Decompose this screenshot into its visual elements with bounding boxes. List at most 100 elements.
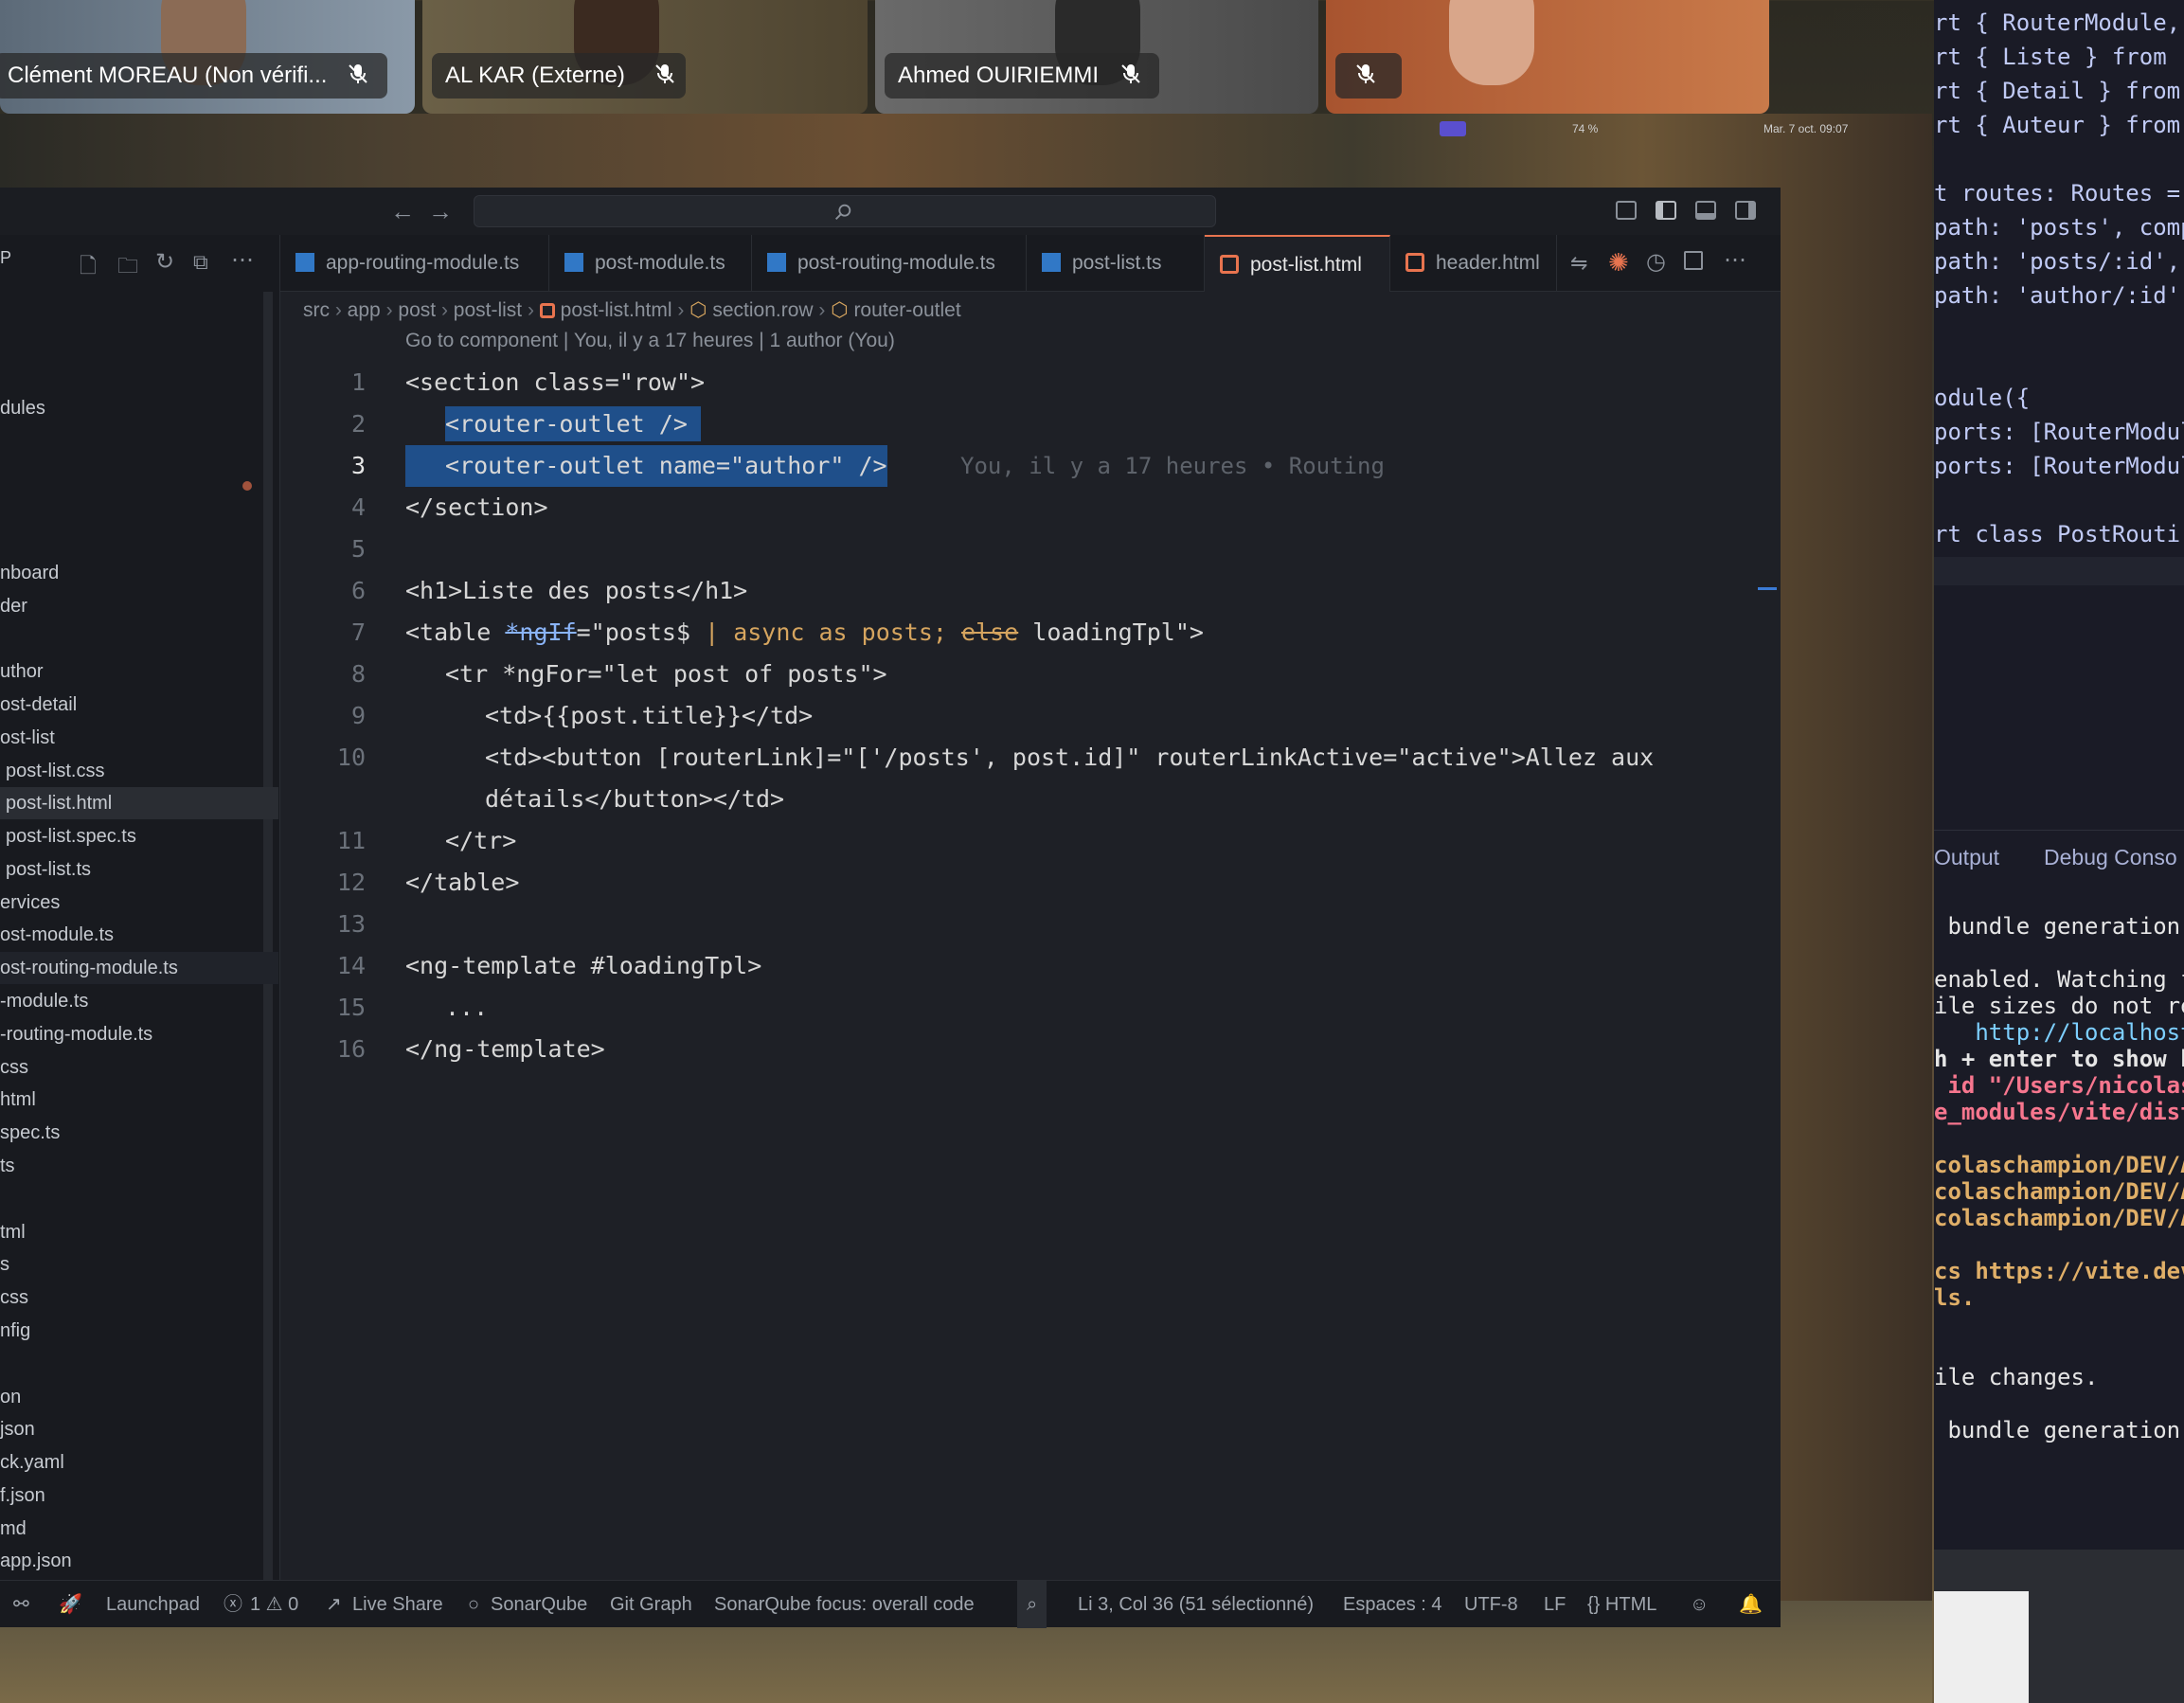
menubar-status-icon[interactable]: [1440, 121, 1466, 136]
line-number: 7: [350, 618, 366, 646]
tree-item[interactable]: ost-list: [0, 722, 55, 754]
title-bar: ← →: [0, 188, 1781, 235]
desktop-region: [1934, 1550, 2184, 1703]
tree-item[interactable]: ost-detail: [0, 689, 77, 721]
tab-output[interactable]: Output: [1934, 831, 1999, 884]
tree-item-selected[interactable]: post-list.html: [0, 787, 278, 819]
new-file-icon[interactable]: 🗋: [80, 250, 104, 278]
remote-icon[interactable]: ⚯: [13, 1581, 29, 1628]
tree-item[interactable]: html: [0, 1084, 36, 1116]
tree-item[interactable]: ck.yaml: [0, 1446, 64, 1479]
layout-customize-icon[interactable]: [1616, 201, 1637, 220]
tree-item[interactable]: post-list.ts: [6, 853, 91, 886]
more-actions-icon[interactable]: ⋯: [1724, 246, 1748, 273]
tab-app-routing-module[interactable]: app-routing-module.ts: [280, 235, 549, 292]
tree-item[interactable]: uthor: [0, 655, 44, 688]
live-share-status[interactable]: Live Share: [352, 1581, 443, 1628]
tree-item[interactable]: css: [0, 1051, 28, 1084]
tree-item[interactable]: dules: [0, 392, 45, 424]
git-graph-status[interactable]: Git Graph: [610, 1581, 692, 1628]
participant-tile-4[interactable]: [1326, 0, 1769, 114]
battery-text: 74 %: [1572, 122, 1599, 135]
command-search-box[interactable]: [474, 195, 1216, 227]
tree-item[interactable]: s: [0, 1248, 9, 1281]
tree-item[interactable]: post-list.css: [6, 755, 104, 787]
indentation-status[interactable]: Espaces : 4: [1343, 1581, 1442, 1628]
code-line: rt { Liste } from: [1934, 44, 2167, 70]
tab-post-list-html[interactable]: post-list.html: [1205, 235, 1390, 292]
tab-post-list-ts[interactable]: post-list.ts: [1027, 235, 1205, 292]
forward-arrow-icon[interactable]: →: [428, 197, 453, 226]
line-number: 1: [350, 368, 366, 396]
eol-status[interactable]: LF: [1544, 1581, 1566, 1628]
toggle-panel-icon[interactable]: [1695, 201, 1716, 220]
code-token: <table: [405, 618, 506, 646]
problems-status[interactable]: 1 ⚠ 0: [250, 1581, 298, 1628]
tree-item[interactable]: on: [0, 1381, 21, 1413]
breadcrumb-item[interactable]: src: [303, 299, 330, 321]
tree-item[interactable]: -routing-module.ts: [0, 1018, 152, 1050]
language-mode[interactable]: {} HTML: [1587, 1581, 1656, 1628]
collapse-all-icon[interactable]: ⧉: [193, 250, 218, 275]
tree-item[interactable]: -module.ts: [0, 985, 88, 1017]
breadcrumb-item[interactable]: router-outlet: [853, 299, 960, 321]
timeline-icon[interactable]: ◷: [1646, 248, 1671, 275]
tab-debug-console[interactable]: Debug Conso: [2044, 831, 2177, 884]
toggle-secondary-sidebar-icon[interactable]: [1735, 201, 1756, 220]
tree-item[interactable]: json: [0, 1413, 35, 1445]
tree-item[interactable]: app.json: [0, 1545, 72, 1577]
notifications-bell-icon[interactable]: 🔔: [1739, 1581, 1763, 1628]
breadcrumb-item[interactable]: app: [348, 299, 381, 321]
tree-item[interactable]: nboard: [0, 557, 59, 589]
code-text: <router-outlet name="author" />: [445, 452, 887, 479]
participant-tile-3[interactable]: Ahmed OUIRIEMMI: [875, 0, 1318, 114]
toggle-sidebar-icon[interactable]: [1656, 201, 1676, 220]
tree-item[interactable]: post-list.spec.ts: [6, 820, 136, 852]
breadcrumb-item[interactable]: post-list.html: [561, 299, 672, 321]
terminal-line: enabled. Watching f: [1934, 966, 2184, 993]
code-token: | async as posts;: [705, 618, 962, 646]
breadcrumb-item[interactable]: post-list: [454, 299, 522, 321]
participant-tile-2[interactable]: AL KAR (Externe): [422, 0, 868, 114]
refresh-icon[interactable]: ↻: [155, 248, 180, 275]
tab-post-routing-module[interactable]: post-routing-module.ts: [752, 235, 1027, 292]
tree-item[interactable]: ervices: [0, 887, 60, 919]
line-number: 10: [336, 744, 366, 771]
code-line-current: 3 <router-outlet name="author" /> You, il …: [280, 445, 1781, 487]
tab-post-module[interactable]: post-module.ts: [549, 235, 752, 292]
participant-tile-1[interactable]: Clément MOREAU (Non vérifi...: [0, 0, 415, 114]
minimap-indicator[interactable]: [1758, 587, 1777, 590]
more-actions-icon[interactable]: ⋯: [231, 246, 256, 273]
breadcrumb-item[interactable]: section.row: [712, 299, 813, 321]
new-folder-icon[interactable]: 🗀: [117, 250, 142, 278]
breadcrumb-item[interactable]: post: [398, 299, 436, 321]
sparkle-icon[interactable]: ✺: [1608, 248, 1633, 277]
split-editor-icon[interactable]: [1684, 251, 1703, 270]
launchpad-status[interactable]: Launchpad: [106, 1581, 200, 1628]
tree-item[interactable]: ost-module.ts: [0, 919, 114, 951]
tree-item[interactable]: f.json: [0, 1479, 45, 1512]
tree-item[interactable]: spec.ts: [0, 1117, 60, 1149]
compare-icon[interactable]: ⇋: [1570, 251, 1595, 276]
tree-item[interactable]: nfig: [0, 1315, 30, 1347]
tree-item[interactable]: md: [0, 1513, 27, 1545]
back-arrow-icon[interactable]: ←: [390, 197, 415, 226]
tree-item[interactable]: ts: [0, 1150, 15, 1182]
tree-item[interactable]: tml: [0, 1216, 26, 1248]
sidebar-scrollbar[interactable]: [263, 292, 273, 1580]
tree-item-hovered[interactable]: ost-routing-module.ts: [0, 952, 278, 984]
cursor-position[interactable]: Li 3, Col 36 (51 sélectionné): [1078, 1581, 1314, 1628]
encoding-status[interactable]: UTF-8: [1464, 1581, 1518, 1628]
tree-item[interactable]: der: [0, 590, 27, 622]
tab-label: header.html: [1436, 252, 1540, 274]
sonarqube-status[interactable]: SonarQube: [491, 1581, 587, 1628]
copilot-icon[interactable]: ☺: [1690, 1581, 1709, 1628]
zoom-icon[interactable]: ⌕: [1017, 1581, 1047, 1628]
line-number: 8: [350, 660, 366, 688]
error-icon: ⓧ: [224, 1594, 242, 1615]
codelens[interactable]: Go to component | You, il y a 17 heures …: [405, 330, 895, 352]
terminal-line: e_modules/vite/dist: [1934, 1099, 2184, 1125]
tree-item[interactable]: css: [0, 1282, 28, 1314]
sonarqube-focus-status[interactable]: SonarQube focus: overall code: [714, 1581, 975, 1628]
tab-header-html[interactable]: header.html: [1390, 235, 1557, 292]
